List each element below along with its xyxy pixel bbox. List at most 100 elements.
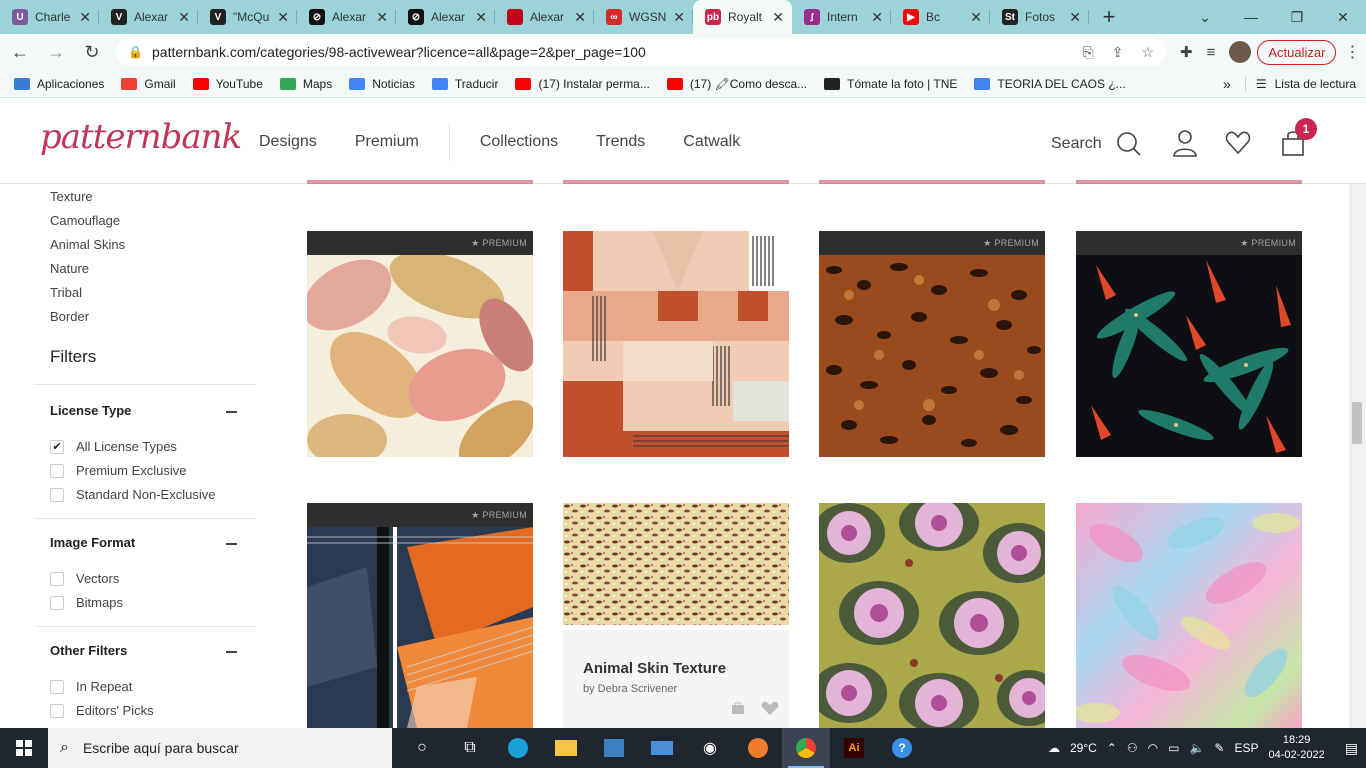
checkbox-icon[interactable] <box>50 703 64 718</box>
share-icon[interactable]: ⇪ <box>1112 44 1124 61</box>
weather-temp[interactable]: 29°C <box>1070 741 1097 755</box>
file-explorer-icon[interactable] <box>542 728 590 768</box>
minimize-icon[interactable]: — <box>1228 9 1274 26</box>
filter-editors-picks[interactable]: Editors' Picks <box>50 703 154 718</box>
collapse-license-icon[interactable] <box>226 411 237 413</box>
bookmark-item[interactable]: Noticias <box>349 77 415 91</box>
media-control-icon[interactable]: ≡ <box>1207 44 1216 61</box>
scrollbar-thumb[interactable] <box>1352 402 1362 444</box>
bookmark-item[interactable]: Traducir <box>431 77 498 91</box>
browser-tab[interactable]: V "McQu ✕ <box>198 0 297 34</box>
checkbox-icon[interactable] <box>50 679 64 694</box>
filter-vectors[interactable]: Vectors <box>50 571 119 586</box>
bookmark-item[interactable]: TEORIA DEL CAOS ¿... <box>974 77 1126 91</box>
tab-close-icon[interactable]: ✕ <box>673 9 685 26</box>
bookmark-item[interactable]: Aplicaciones <box>14 77 104 91</box>
tab-close-icon[interactable]: ✕ <box>475 9 487 26</box>
collapse-format-icon[interactable] <box>226 543 237 545</box>
bookmark-item[interactable]: (17) 🖍Como desca... <box>666 77 807 91</box>
teams-icon[interactable]: ◉ <box>686 728 734 768</box>
browser-tab[interactable]: U Charle ✕ <box>0 0 99 34</box>
category-tribal[interactable]: Tribal <box>50 285 82 300</box>
tray-chevron-icon[interactable]: ⌃ <box>1107 741 1117 755</box>
patternbank-logo[interactable]: patternbank <box>40 117 242 157</box>
license-type-heading[interactable]: License Type <box>50 403 131 418</box>
address-bar[interactable]: 🔒 patternbank.com/categories/98-activewe… <box>116 38 1166 66</box>
tab-close-icon[interactable]: ✕ <box>376 9 388 26</box>
tab-close-icon[interactable]: ✕ <box>1069 9 1081 26</box>
weather-cloud-icon[interactable]: ☁ <box>1048 741 1060 755</box>
battery-icon[interactable]: ▭ <box>1168 741 1179 755</box>
category-camouflage[interactable]: Camouflage <box>50 213 120 228</box>
tab-close-icon[interactable]: ✕ <box>574 9 586 26</box>
browser-tab[interactable]: V Alexar ✕ <box>99 0 198 34</box>
tab-search-icon[interactable]: ⌄ <box>1182 9 1228 26</box>
bookmark-star-icon[interactable]: ☆ <box>1141 44 1154 61</box>
help-icon[interactable]: ? <box>878 728 926 768</box>
tab-close-icon[interactable]: ✕ <box>970 9 982 26</box>
design-card[interactable]: ★ PREMIUM <box>1076 231 1302 462</box>
account-icon[interactable] <box>1172 129 1198 157</box>
pen-icon[interactable]: ✎ <box>1214 741 1224 755</box>
taskbar-search[interactable]: ⌕ Escribe aquí para buscar <box>48 728 392 768</box>
store-icon[interactable] <box>590 728 638 768</box>
checkbox-icon[interactable] <box>50 595 64 610</box>
browser-tab[interactable]: ⊘ Alexar ✕ <box>297 0 396 34</box>
category-border[interactable]: Border <box>50 309 89 324</box>
language-indicator[interactable]: ESP <box>1234 741 1258 755</box>
close-window-icon[interactable]: ✕ <box>1320 9 1366 26</box>
category-nature[interactable]: Nature <box>50 261 89 276</box>
design-author[interactable]: by Debra Scrivener <box>583 683 769 695</box>
bookmark-item[interactable]: (17) Instalar perma... <box>515 77 650 91</box>
design-card-hovered[interactable]: Animal Skin Texture by Debra Scrivener <box>563 503 789 728</box>
filter-premium-exclusive[interactable]: Premium Exclusive <box>50 463 187 478</box>
category-animal-skins[interactable]: Animal Skins <box>50 237 125 252</box>
reload-icon[interactable]: ↻ <box>76 36 108 68</box>
restore-icon[interactable]: ❐ <box>1274 9 1320 26</box>
browser-tab[interactable]: ▶ Bc ✕ <box>891 0 990 34</box>
design-thumbnail[interactable] <box>307 251 533 462</box>
browser-tab[interactable]: ꭍ Intern ✕ <box>792 0 891 34</box>
bookmark-item[interactable]: Maps <box>279 77 332 91</box>
checkbox-icon[interactable] <box>50 463 64 478</box>
nav-collections[interactable]: Collections <box>480 133 558 161</box>
menu-kebab-icon[interactable]: ⋮ <box>1344 42 1360 62</box>
filter-all-license-types[interactable]: ✔ All License Types <box>50 439 177 454</box>
bookmark-item[interactable]: Tómate la foto | TNE <box>824 77 957 91</box>
design-thumbnail[interactable] <box>563 503 789 625</box>
task-view-icon[interactable]: ⧉ <box>446 728 494 768</box>
category-texture[interactable]: Texture <box>50 189 93 204</box>
checkbox-icon[interactable] <box>50 487 64 502</box>
design-card[interactable] <box>563 231 789 462</box>
design-thumbnail[interactable] <box>819 255 1045 457</box>
design-card[interactable]: ★ PREMIUM <box>307 231 533 462</box>
nav-catwalk[interactable]: Catwalk <box>683 133 740 161</box>
filter-bitmaps[interactable]: Bitmaps <box>50 595 123 610</box>
tab-close-icon[interactable]: ✕ <box>178 9 190 26</box>
collapse-other-icon[interactable] <box>226 651 237 653</box>
wifi-icon[interactable]: ◠ <box>1148 741 1158 755</box>
design-card[interactable] <box>819 503 1045 728</box>
tab-close-icon[interactable]: ✕ <box>772 9 784 26</box>
browser-tab[interactable]: ⊘ Alexar ✕ <box>396 0 495 34</box>
nav-trends[interactable]: Trends <box>596 133 645 161</box>
design-thumbnail[interactable] <box>1076 503 1302 728</box>
wishlist-heart-icon[interactable] <box>1225 129 1251 157</box>
browser-tab[interactable]: Alexar ✕ <box>495 0 594 34</box>
page-scrollbar[interactable] <box>1349 184 1366 728</box>
volume-icon[interactable]: 🔈 <box>1189 741 1204 755</box>
back-icon[interactable]: ← <box>4 36 36 68</box>
design-thumbnail[interactable] <box>1076 255 1302 457</box>
tab-close-icon[interactable]: ✕ <box>79 9 91 26</box>
nav-premium[interactable]: Premium <box>355 133 419 161</box>
design-title[interactable]: Animal Skin Texture <box>583 660 769 677</box>
new-tab-button[interactable]: + <box>1089 4 1129 30</box>
checkbox-checked-icon[interactable]: ✔ <box>50 439 64 454</box>
chrome-browser-icon[interactable] <box>782 728 830 768</box>
favorite-heart-icon[interactable] <box>761 701 779 716</box>
design-thumbnail[interactable] <box>307 527 533 728</box>
bookmark-item[interactable]: Gmail <box>121 77 176 91</box>
notifications-icon[interactable]: ▤ <box>1345 740 1358 757</box>
design-thumbnail[interactable] <box>819 503 1045 728</box>
image-format-heading[interactable]: Image Format <box>50 535 135 550</box>
